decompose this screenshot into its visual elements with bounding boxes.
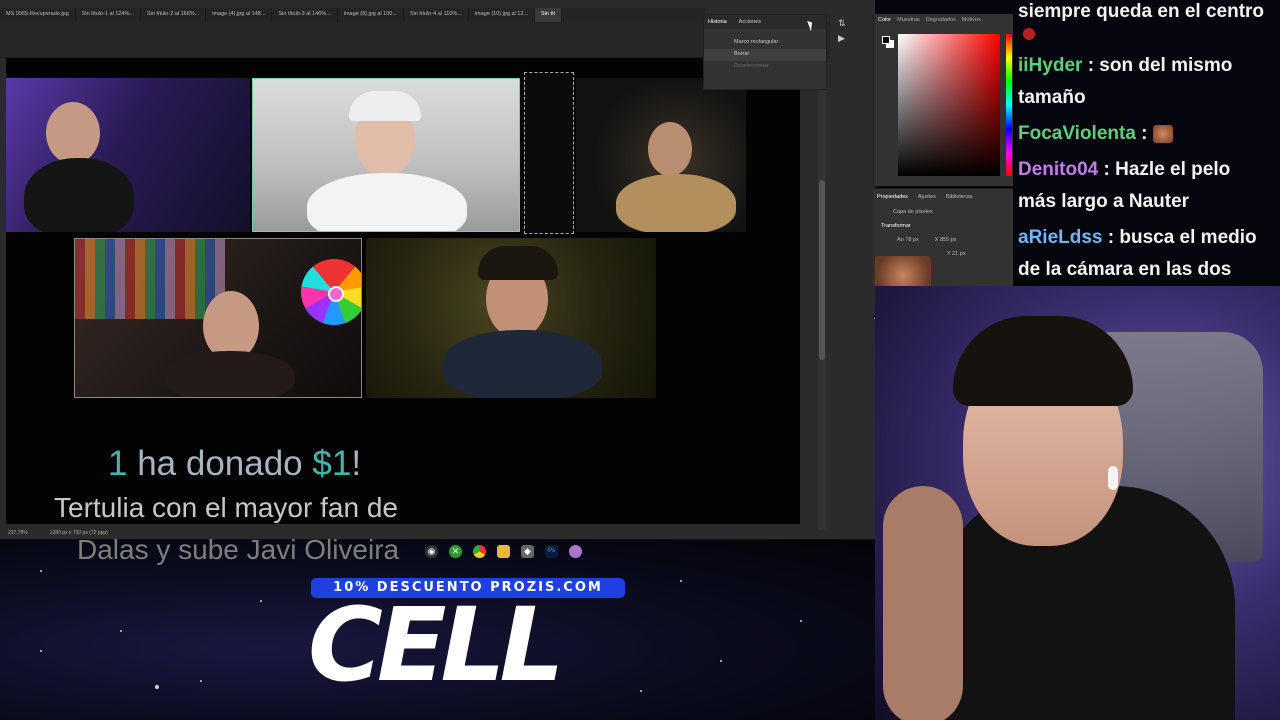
donation-alert-title: 1 ha donado $1! (108, 444, 361, 484)
doc-tab[interactable]: image (10).jpg al 12... (469, 8, 536, 22)
chat-message: iiHyder : son del mismo (1018, 50, 1232, 82)
x-label: X (934, 237, 939, 243)
donation-exclaim: ! (351, 444, 362, 483)
obs-icon[interactable]: ◉ (425, 544, 438, 558)
stream-scene: MS 0065-Recuperado.jpg Sin título-1 al 1… (0, 0, 1280, 720)
transform-section[interactable]: Transformar (881, 223, 911, 229)
camera-tile-5 (366, 238, 656, 398)
doc-tab-active[interactable]: Sin tít (535, 8, 563, 22)
history-item[interactable]: Deseleccionar (704, 61, 826, 73)
photoshop-icon[interactable]: Ps (545, 544, 558, 558)
doc-tab[interactable]: Sin título-3 al 146%... (272, 8, 338, 22)
chat-overlay: siempre queda en el centro iiHyder : son… (1013, 0, 1280, 286)
tab-patterns[interactable]: Motivos (962, 17, 981, 23)
tab-history[interactable]: Historia (708, 19, 727, 25)
chat-username: FocaViolenta (1018, 123, 1136, 144)
doc-tab[interactable]: Sin título-4 al 110%... (404, 8, 469, 22)
chat-badge-icon (1023, 28, 1035, 40)
chat-text: : busca el medio (1102, 227, 1257, 248)
foreground-swatch[interactable] (882, 36, 890, 44)
camera-tile-2 (252, 78, 520, 232)
camera-tile-selection[interactable] (524, 72, 574, 234)
x-value[interactable]: 855 px (940, 237, 957, 243)
tab-color[interactable]: Color (878, 17, 891, 23)
history-item-selected[interactable]: Borrar (704, 49, 826, 61)
chat-username: Denito04 (1018, 159, 1099, 180)
xbox-icon[interactable]: ✕ (449, 544, 462, 558)
tab-adjustments[interactable]: Ajustes (918, 194, 936, 200)
chat-text: siempre queda en el centro (1018, 1, 1265, 22)
camera-tile-1 (6, 78, 250, 232)
history-brush-icon[interactable]: ⇅ (838, 18, 864, 29)
earbud-icon (1108, 466, 1118, 490)
doc-tab[interactable]: image (8).jpg al 100... (338, 8, 404, 22)
chat-line: más largo a Nauter (1018, 186, 1189, 218)
doc-tab[interactable]: Sin título-2 al 166%... (141, 8, 207, 22)
tab-gradients[interactable]: Degradados (926, 17, 956, 23)
doc-tab[interactable]: Sin título-1 al 124%... (76, 8, 141, 22)
hue-slider[interactable] (1006, 34, 1012, 176)
color-picker-field[interactable] (898, 34, 1000, 176)
chat-message: aRieLdss : busca el medio (1018, 222, 1257, 254)
color-panel: Color Muestras Degradados Motivos (873, 14, 1013, 186)
donation-message-line-1: Tertulia con el mayor fan de (54, 492, 398, 523)
y-value[interactable]: 21 px (952, 251, 965, 257)
doc-tab[interactable]: MS 0065-Recuperado.jpg (0, 8, 76, 22)
chrome-icon[interactable] (473, 544, 486, 558)
zoom-level[interactable]: 237,78% (8, 530, 28, 540)
chat-username: iiHyder (1018, 55, 1083, 76)
donor-name: 1 (108, 444, 128, 483)
taskbar: ◉ ✕ ◆ Ps (425, 543, 582, 559)
document-tabs: MS 0065-Recuperado.jpg Sin título-1 al 1… (0, 8, 705, 22)
tab-libraries[interactable]: Bibliotecas (946, 194, 973, 200)
y-label: Y (947, 251, 951, 257)
chat-text: : son del mismo (1082, 55, 1233, 76)
chat-emote-icon (1152, 124, 1173, 143)
tab-properties[interactable]: Propiedades (877, 194, 908, 200)
streamer-webcam (875, 286, 1280, 720)
chat-text: : (1135, 123, 1153, 144)
donation-message-line-2: Dalas y sube Javi Oliveira (77, 534, 400, 565)
panel-toolstrip: ⇅ ▶ (830, 14, 872, 74)
chat-line: tamaño (1018, 82, 1086, 114)
donation-amount: $1 (312, 444, 352, 483)
history-item[interactable]: Marco rectangular (704, 37, 826, 49)
doc-tab[interactable]: image (4).jpg al 148... (206, 8, 273, 22)
camera-tile-3 (576, 78, 746, 232)
chat-text: de la cámara en las dos (1018, 259, 1232, 280)
misc-icon[interactable] (569, 544, 582, 558)
chat-text: : Hazle el pelo (1098, 159, 1231, 180)
sponsor-logo: CELL (308, 586, 565, 705)
play-icon[interactable]: ▶ (838, 33, 864, 44)
chat-line: de la cámara en las dos (1018, 254, 1231, 286)
prize-wheel (301, 259, 361, 325)
pinned-icon[interactable]: ◆ (521, 544, 534, 558)
chat-message: Denito04 : Hazle el pelo (1018, 154, 1230, 186)
promo-banner: 10% DESCUENTO PROZIS.COM (311, 578, 625, 598)
width-value[interactable]: 78 px (905, 237, 918, 243)
folder-icon[interactable] (497, 544, 510, 558)
tab-actions[interactable]: Acciones (739, 19, 761, 25)
chat-text: más largo a Nauter (1018, 191, 1190, 212)
donation-verb: ha donado (127, 444, 313, 483)
camera-tile-4 (74, 238, 362, 398)
chat-message: FocaViolenta : (1018, 118, 1173, 150)
chat-line: siempre queda en el centro (1018, 0, 1264, 28)
chat-username: aRieLdss (1018, 227, 1103, 248)
width-label: An (897, 237, 904, 243)
layer-type: Capa de píxeles (893, 209, 933, 215)
chat-text: tamaño (1018, 87, 1086, 108)
tab-swatches[interactable]: Muestras (897, 17, 920, 23)
vertical-scrollbar[interactable] (818, 60, 826, 530)
